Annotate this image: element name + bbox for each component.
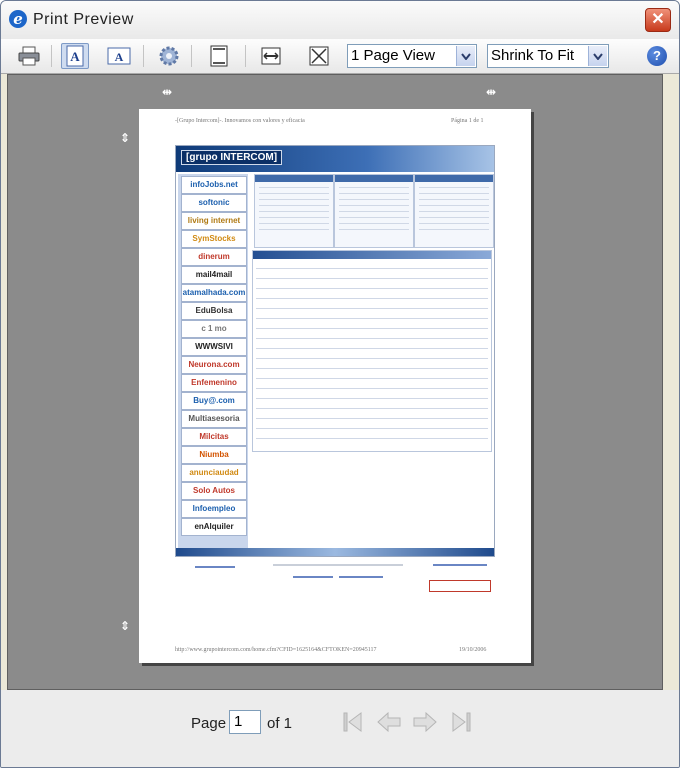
partner-logo: anunciaudad	[181, 464, 247, 482]
arrow-left-icon	[377, 711, 401, 733]
last-page-button[interactable]	[447, 708, 475, 736]
page-footer-url: http://www.grupointercom.com/home.cfm?CF…	[175, 647, 377, 653]
content-column	[414, 174, 494, 248]
page-setup-button[interactable]	[155, 43, 183, 69]
page-footer-logo	[429, 580, 491, 592]
full-width-button[interactable]	[257, 43, 285, 69]
preview-area: ⇹ ⇹ ⇕ ⇕ -[Grupo Intercom]-. Innovamos co…	[7, 74, 663, 690]
toolbar-separator	[143, 45, 144, 67]
window-title: Print Preview	[33, 11, 134, 28]
partner-logo: dinerum	[181, 248, 247, 266]
portrait-page-icon: A	[66, 45, 84, 67]
preview-page: -[Grupo Intercom]-. Innovamos con valore…	[139, 109, 531, 663]
partner-logo: Milcitas	[181, 428, 247, 446]
ie-icon: e	[9, 10, 27, 28]
top-margin-handle[interactable]: ⇕	[120, 131, 130, 145]
partner-logo: Solo Autos	[181, 482, 247, 500]
landscape-page-icon: A	[107, 47, 131, 65]
partner-logo: SymStocks	[181, 230, 247, 248]
partner-logo: WWWSIVI	[181, 338, 247, 356]
toolbar-separator	[191, 45, 192, 67]
arrow-right-icon	[413, 711, 437, 733]
svg-text:A: A	[70, 49, 80, 64]
right-margin-handle[interactable]: ⇹	[486, 85, 496, 99]
partner-logo: living internet	[181, 212, 247, 230]
portrait-button[interactable]: A	[61, 43, 89, 69]
view-select-value: 1 Page View	[351, 47, 435, 64]
page-link-line	[339, 576, 383, 578]
next-page-button[interactable]	[411, 708, 439, 736]
content-column	[254, 174, 334, 248]
page-link-line	[293, 576, 333, 578]
page-link-line	[433, 564, 487, 566]
bottom-margin-handle[interactable]: ⇕	[120, 619, 130, 633]
partner-logo: EduBolsa	[181, 302, 247, 320]
content-column	[334, 174, 414, 248]
first-page-button[interactable]	[339, 708, 367, 736]
landscape-button[interactable]: A	[105, 43, 133, 69]
title-bar: e Print Preview ✕	[1, 1, 679, 40]
scale-select[interactable]: Shrink To Fit	[487, 44, 609, 68]
first-page-icon	[343, 712, 362, 732]
chevron-down-icon	[456, 46, 475, 66]
partner-logo: enAlquiler	[181, 518, 247, 536]
full-width-icon	[261, 47, 281, 65]
page-content-screenshot: [grupo INTERCOM] infoJobs.net softonic l…	[175, 145, 495, 557]
page-number-input[interactable]: 1	[229, 710, 261, 734]
help-button[interactable]: ?	[647, 46, 667, 66]
partner-logo: Infoempleo	[181, 500, 247, 518]
full-page-button[interactable]	[305, 43, 333, 69]
page-header-title: -[Grupo Intercom]-. Innovamos con valore…	[175, 118, 305, 124]
chevron-down-icon	[588, 46, 607, 66]
page-label: Page	[191, 715, 227, 732]
header-footer-icon	[210, 45, 228, 67]
footer-strip	[176, 548, 494, 556]
print-button[interactable]	[15, 43, 43, 69]
last-page-icon	[452, 712, 471, 732]
news-panel	[252, 250, 492, 452]
partner-logo: atamalhada.com	[181, 284, 247, 302]
site-logo: [grupo INTERCOM]	[181, 150, 283, 165]
partner-logo: softonic	[181, 194, 247, 212]
left-margin-handle[interactable]: ⇹	[162, 85, 172, 99]
close-button[interactable]: ✕	[645, 8, 671, 32]
toolbar: A A 1 Page View Shrink To Fit ?	[1, 39, 679, 74]
page-footer-date: 19/10/2006	[459, 647, 487, 653]
partner-logo-sidebar: infoJobs.net softonic living internet Sy…	[178, 174, 248, 552]
partner-logo: mail4mail	[181, 266, 247, 284]
status-bar: Page 1 of 1	[1, 690, 679, 767]
previous-page-button[interactable]	[375, 708, 403, 736]
partner-logo: Multiasesoria	[181, 410, 247, 428]
page-text-line	[273, 564, 403, 566]
page-count-label: of 1	[267, 715, 293, 732]
svg-text:A: A	[115, 50, 124, 64]
printer-icon	[18, 46, 40, 66]
gear-icon	[159, 46, 179, 66]
full-page-icon	[309, 46, 329, 66]
toolbar-separator	[245, 45, 246, 67]
page-link-line	[195, 566, 235, 568]
toolbar-separator	[51, 45, 52, 67]
partner-logo: Buy@.com	[181, 392, 247, 410]
view-select[interactable]: 1 Page View	[347, 44, 477, 68]
header-footer-button[interactable]	[205, 43, 233, 69]
partner-logo: Niumba	[181, 446, 247, 464]
partner-logo: Enfemenino	[181, 374, 247, 392]
page-header-number: Página 1 de 1	[451, 118, 484, 124]
partner-logo: c 1 mo	[181, 320, 247, 338]
partner-logo: infoJobs.net	[181, 176, 247, 194]
scale-select-value: Shrink To Fit	[491, 47, 575, 64]
partner-logo: Neurona.com	[181, 356, 247, 374]
site-banner: [grupo INTERCOM]	[176, 146, 494, 172]
print-preview-window: e Print Preview ✕ A A 1 Page View Shrink…	[0, 0, 680, 768]
